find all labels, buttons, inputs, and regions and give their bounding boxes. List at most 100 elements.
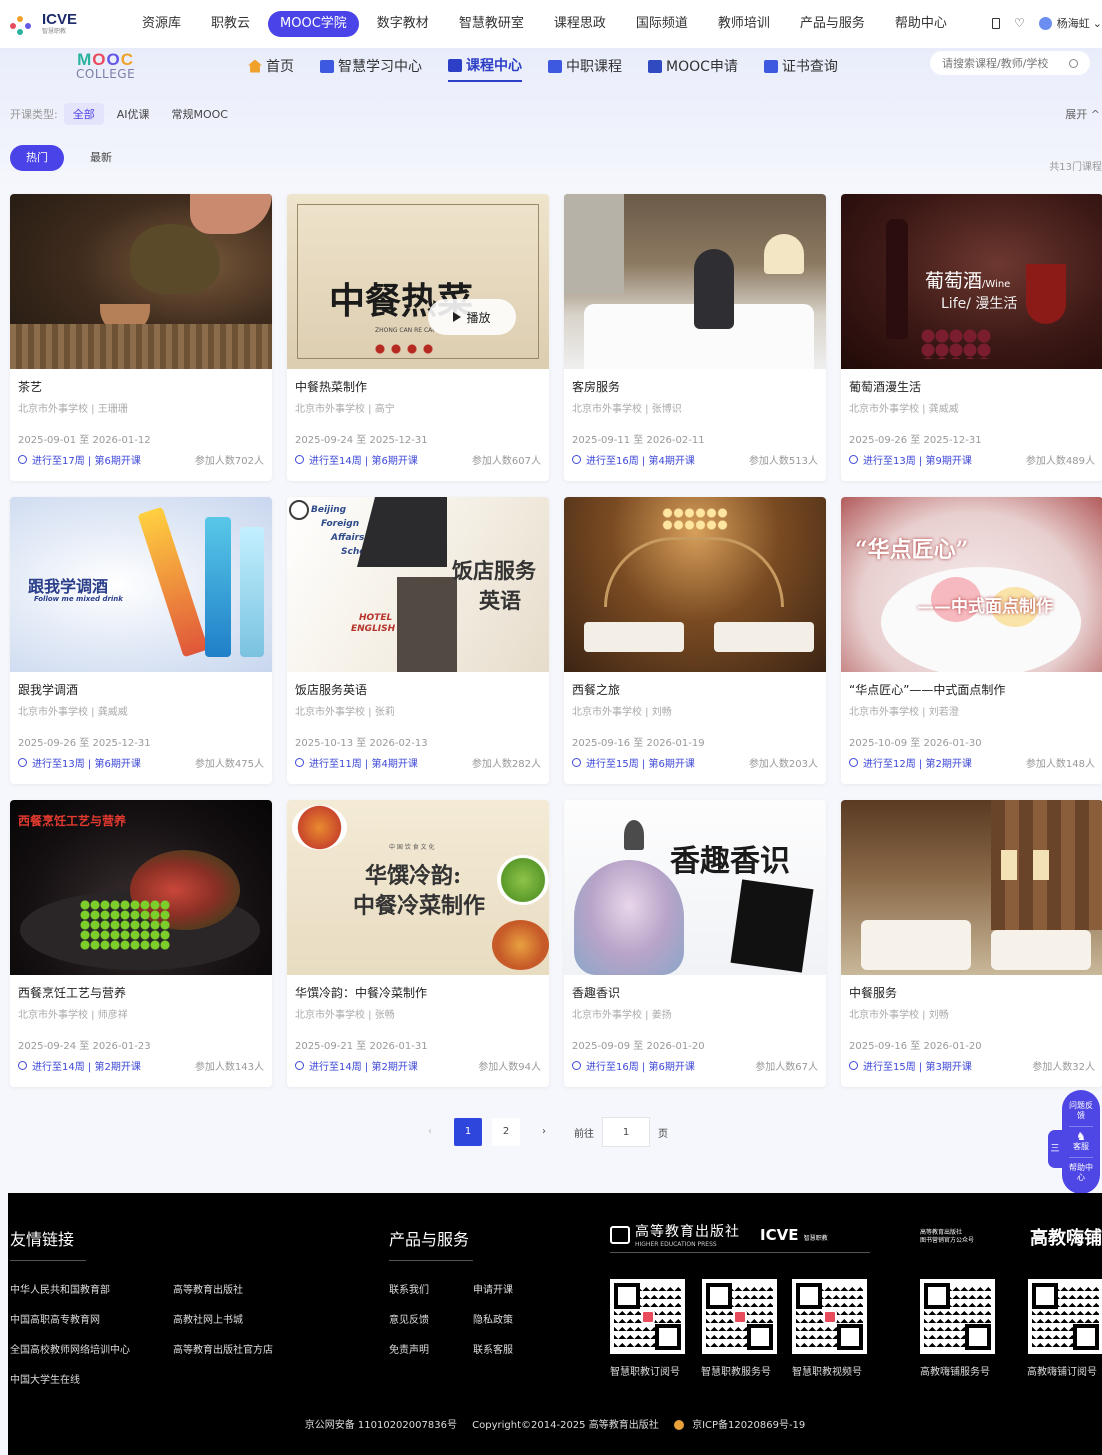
- course-title[interactable]: 葡萄酒漫生活: [849, 378, 921, 395]
- course-title[interactable]: “华点匠心”——中式面点制作: [849, 681, 1005, 698]
- course-card[interactable]: 中餐热菜 ZHONG CAN RE CAI 播放 中餐热菜制作 北京市外事学校 …: [287, 194, 549, 481]
- icp-record[interactable]: 京ICP备12020869号-19: [692, 1420, 805, 1431]
- subnav-home[interactable]: 首页: [248, 50, 294, 82]
- expand-toggle[interactable]: 展开 ^: [1065, 106, 1100, 122]
- course-thumbnail[interactable]: [841, 800, 1102, 975]
- course-card[interactable]: 客房服务 北京市外事学校 | 张博识 2025-09-11 至 2026-02-…: [564, 194, 826, 481]
- play-button[interactable]: 播放: [428, 299, 516, 335]
- next-page-button[interactable]: ›: [530, 1118, 558, 1146]
- footer-link[interactable]: 隐私政策: [473, 1311, 513, 1326]
- footer-link[interactable]: 全国高校教师网络培训中心: [10, 1341, 130, 1356]
- course-title[interactable]: 客房服务: [572, 378, 620, 395]
- course-card[interactable]: 香趣香识 香趣香识 北京市外事学校 | 姜扬 2025-09-09 至 2026…: [564, 800, 826, 1087]
- footer-link[interactable]: 中国高职高专教育网: [10, 1311, 100, 1326]
- side-collapse-tab[interactable]: 三: [1048, 1130, 1062, 1168]
- course-progress: 进行至15周 | 第3期开课: [849, 1058, 972, 1073]
- course-card[interactable]: 西餐烹饪工艺与营养 西餐烹饪工艺与营养 北京市外事学校 | 师彦祥 2025-0…: [10, 800, 272, 1087]
- filter-regular[interactable]: 常规MOOC: [163, 103, 238, 125]
- top-nav-item[interactable]: 智慧教研室: [447, 11, 536, 37]
- footer-link[interactable]: 申请开课: [473, 1281, 513, 1296]
- footer-link[interactable]: 意见反馈: [389, 1311, 429, 1326]
- sort-hot-button[interactable]: 热门: [10, 145, 64, 171]
- subnav-course-center[interactable]: 课程中心: [448, 50, 522, 82]
- top-nav-item[interactable]: 产品与服务: [788, 11, 877, 37]
- copyright-line: 京公网安备 11010202007836号 Copyright©2014-202…: [8, 1416, 1102, 1431]
- course-thumbnail[interactable]: 中餐热菜 ZHONG CAN RE CAI 播放: [287, 194, 549, 369]
- top-nav-item-active[interactable]: MOOC学院: [268, 11, 359, 37]
- qr-code-image: [1028, 1279, 1102, 1354]
- course-title[interactable]: 中餐热菜制作: [295, 378, 367, 395]
- footer-link[interactable]: 高教社网上书城: [173, 1311, 243, 1326]
- course-thumbnail[interactable]: 香趣香识: [564, 800, 826, 975]
- thumb-en: HOTEL: [359, 613, 393, 623]
- course-card[interactable]: 中 国 饮 食 文 化 华馔冷韵: 中餐冷菜制作 华馔冷韵：中餐冷菜制作 北京市…: [287, 800, 549, 1087]
- footer-link[interactable]: 高等教育出版社: [173, 1281, 243, 1296]
- course-thumbnail[interactable]: 西餐烹饪工艺与营养: [10, 800, 272, 975]
- subnav-certificate[interactable]: 证书查询: [763, 50, 838, 82]
- chevron-down-icon[interactable]: ⌄: [1093, 17, 1102, 30]
- top-nav-item[interactable]: 职教云: [199, 11, 262, 37]
- course-title[interactable]: 中餐服务: [849, 984, 897, 1001]
- subnav-secondary-courses[interactable]: 中职课程: [548, 50, 622, 82]
- tea-mat-image: [10, 324, 272, 369]
- course-card[interactable]: 中餐服务 北京市外事学校 | 刘畅 2025-09-16 至 2026-01-2…: [841, 800, 1102, 1087]
- footer-link[interactable]: 中国大学生在线: [10, 1371, 80, 1386]
- course-card[interactable]: 茶艺 北京市外事学校 | 王珊珊 2025-09-01 至 2026-01-12…: [10, 194, 272, 481]
- footer-link[interactable]: 联系客服: [473, 1341, 513, 1356]
- course-title[interactable]: 西餐之旅: [572, 681, 620, 698]
- course-card[interactable]: “华点匠心” ——中式面点制作 “华点匠心”——中式面点制作 北京市外事学校 |…: [841, 497, 1102, 784]
- top-nav-item[interactable]: 资源库: [130, 11, 193, 37]
- course-thumbnail[interactable]: 中 国 饮 食 文 化 华馔冷韵: 中餐冷菜制作: [287, 800, 549, 975]
- course-thumbnail[interactable]: [564, 194, 826, 369]
- footer-link[interactable]: 高等教育出版社官方店: [173, 1341, 273, 1356]
- course-thumbnail[interactable]: [564, 497, 826, 672]
- course-title[interactable]: 饭店服务英语: [295, 681, 367, 698]
- course-card[interactable]: 西餐之旅 北京市外事学校 | 刘畅 2025-09-16 至 2026-01-1…: [564, 497, 826, 784]
- course-title[interactable]: 西餐烹饪工艺与营养: [18, 984, 126, 1001]
- user-name[interactable]: 杨海虹: [1057, 15, 1090, 31]
- course-title[interactable]: 香趣香识: [572, 984, 620, 1001]
- page-2-button[interactable]: 2: [492, 1118, 520, 1146]
- feedback-button[interactable]: 问题反馈: [1069, 1096, 1093, 1127]
- page-1-button[interactable]: 1: [454, 1118, 482, 1146]
- filter-ai[interactable]: AI优课: [108, 103, 159, 125]
- top-nav-item[interactable]: 帮助中心: [883, 11, 959, 37]
- course-progress: 进行至16周 | 第4期开课: [572, 452, 695, 467]
- police-record[interactable]: 京公网安备 11010202007836号: [305, 1420, 457, 1431]
- course-card[interactable]: 跟我学调酒 Follow me mixed drink 跟我学调酒 北京市外事学…: [10, 497, 272, 784]
- footer-link[interactable]: 中华人民共和国教育部: [10, 1281, 110, 1296]
- subnav-learning-center[interactable]: 智慧学习中心: [320, 50, 422, 82]
- top-nav-item[interactable]: 教师培训: [706, 11, 782, 37]
- sort-new-button[interactable]: 最新: [74, 145, 128, 171]
- prev-page-button[interactable]: ‹: [416, 1118, 444, 1146]
- top-nav-item[interactable]: 国际频道: [624, 11, 700, 37]
- top-nav-item[interactable]: 数字教材: [365, 11, 441, 37]
- icve-logo[interactable]: icve 智慧职教: [10, 12, 77, 38]
- course-title[interactable]: 茶艺: [18, 378, 42, 395]
- search-box[interactable]: [930, 51, 1090, 75]
- course-thumbnail[interactable]: [10, 194, 272, 369]
- course-thumbnail[interactable]: 跟我学调酒 Follow me mixed drink: [10, 497, 272, 672]
- customer-service-button[interactable]: ♞ 客服: [1069, 1127, 1093, 1158]
- avatar[interactable]: [1038, 16, 1052, 30]
- course-card[interactable]: Beijing Foreign Affairs School 饭店服务 英语 H…: [287, 497, 549, 784]
- goto-page-input[interactable]: 1: [602, 1117, 650, 1147]
- window-image: [564, 194, 624, 294]
- footer-link[interactable]: 免责声明: [389, 1341, 429, 1356]
- top-nav-item[interactable]: 课程思政: [542, 11, 618, 37]
- help-center-button[interactable]: 帮助中心: [1069, 1158, 1093, 1188]
- course-thumbnail[interactable]: 葡萄酒/Wine Life/ 漫生活: [841, 194, 1102, 369]
- course-title[interactable]: 华馔冷韵：中餐冷菜制作: [295, 984, 427, 1001]
- mobile-icon[interactable]: [992, 17, 1001, 29]
- bell-icon[interactable]: ♡: [1014, 16, 1025, 30]
- course-thumbnail[interactable]: “华点匠心” ——中式面点制作: [841, 497, 1102, 672]
- course-title[interactable]: 跟我学调酒: [18, 681, 78, 698]
- mooc-college-logo[interactable]: MOOC COLLEGE: [76, 51, 135, 81]
- course-card[interactable]: 葡萄酒/Wine Life/ 漫生活 葡萄酒漫生活 北京市外事学校 | 龚威威 …: [841, 194, 1102, 481]
- subnav-mooc-apply[interactable]: MOOC申请: [648, 50, 738, 82]
- search-input[interactable]: [942, 56, 1062, 70]
- search-icon[interactable]: [1069, 58, 1078, 68]
- course-thumbnail[interactable]: Beijing Foreign Affairs School 饭店服务 英语 H…: [287, 497, 549, 672]
- footer-link[interactable]: 联系我们: [389, 1281, 429, 1296]
- filter-all[interactable]: 全部: [63, 103, 104, 125]
